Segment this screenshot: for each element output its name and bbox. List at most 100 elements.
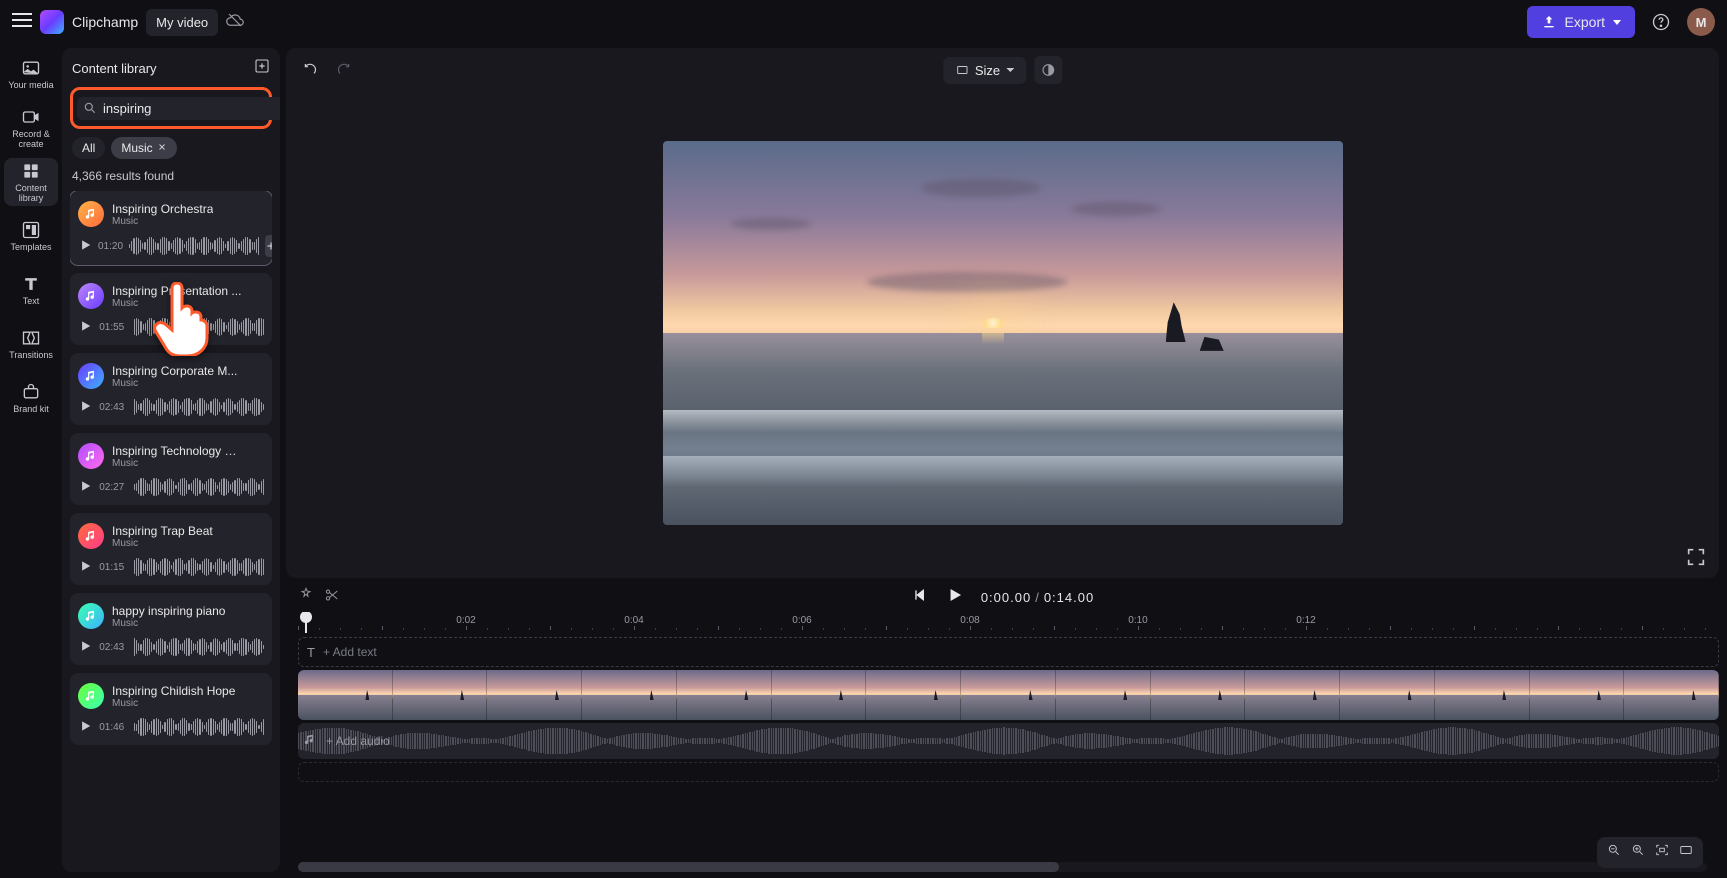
track-duration: 02:43 xyxy=(99,642,128,653)
video-lane[interactable] xyxy=(298,670,1719,720)
play-preview-button[interactable] xyxy=(78,719,93,735)
track-title: happy inspiring piano xyxy=(112,604,225,618)
clip-thumbnail xyxy=(677,670,772,720)
rail-label: Your media xyxy=(8,81,53,91)
chip-all[interactable]: All xyxy=(72,137,105,159)
track-duration: 01:20 xyxy=(98,241,123,252)
play-preview-button[interactable] xyxy=(78,559,93,575)
rail-transitions[interactable]: Transitions xyxy=(4,320,58,368)
rail-label: Brand kit xyxy=(13,405,49,415)
play-preview-button[interactable] xyxy=(78,399,93,415)
sync-status-icon xyxy=(226,11,244,34)
brand-name: Clipchamp xyxy=(72,14,138,30)
zoom-out-button[interactable] xyxy=(1607,843,1621,862)
play-preview-button[interactable] xyxy=(78,238,92,254)
video-clip[interactable] xyxy=(298,670,1719,720)
ruler-label: 0:02 xyxy=(456,615,475,626)
playhead[interactable] xyxy=(305,612,307,633)
track-item[interactable]: Inspiring Childish HopeMusic01:46 xyxy=(70,673,272,745)
track-duration: 01:55 xyxy=(99,322,128,333)
zoom-in-button[interactable] xyxy=(1631,843,1645,862)
size-button[interactable]: Size xyxy=(943,57,1026,84)
track-title: Inspiring Childish Hope xyxy=(112,684,235,698)
clip-thumbnail xyxy=(772,670,867,720)
time-current: 0:00.00 xyxy=(981,590,1031,605)
hamburger-menu[interactable] xyxy=(12,10,32,35)
rail-templates[interactable]: Templates xyxy=(4,212,58,260)
chevron-down-icon xyxy=(1613,20,1621,25)
track-duration: 01:15 xyxy=(99,562,128,573)
help-button[interactable] xyxy=(1647,8,1675,36)
waveform xyxy=(134,637,264,657)
track-duration: 01:46 xyxy=(99,722,128,733)
music-note-icon xyxy=(78,603,104,629)
text-lane[interactable]: T + Add text xyxy=(298,637,1719,667)
clip-thumbnail xyxy=(1435,670,1530,720)
content-library-panel: Content library All Music 4 xyxy=(62,48,280,872)
timeline-ruler[interactable]: 0:020:040:060:080:100:12 xyxy=(298,612,1719,634)
play-preview-button[interactable] xyxy=(78,639,93,655)
rail-text[interactable]: Text xyxy=(4,266,58,314)
rail-brand-kit[interactable]: Brand kit xyxy=(4,374,58,422)
rail-label: Text xyxy=(23,297,40,307)
play-button[interactable] xyxy=(945,586,963,609)
add-audio-placeholder[interactable]: + Add audio xyxy=(326,734,390,748)
background-color-button[interactable] xyxy=(1034,56,1062,84)
fullscreen-button[interactable] xyxy=(1685,546,1707,568)
rail-label: Transitions xyxy=(9,351,53,361)
play-preview-button[interactable] xyxy=(78,479,93,495)
left-rail: Your media Record & create Content libra… xyxy=(0,44,62,878)
rail-your-media[interactable]: Your media xyxy=(4,50,58,98)
preview-canvas[interactable] xyxy=(663,141,1343,525)
track-title: Inspiring Trap Beat xyxy=(112,524,213,538)
export-button[interactable]: Export xyxy=(1527,6,1635,38)
timeline-scrollbar[interactable] xyxy=(298,862,1707,872)
timeline-scrollbar-thumb[interactable] xyxy=(298,862,1059,872)
empty-lane[interactable] xyxy=(298,762,1719,782)
waveform xyxy=(134,397,264,417)
track-item[interactable]: Inspiring OrchestraMusic01:20 xyxy=(70,191,272,265)
clip-thumbnail xyxy=(1530,670,1625,720)
chip-music-label: Music xyxy=(121,141,152,155)
waveform xyxy=(129,236,259,256)
waveform xyxy=(134,717,264,737)
import-media-button[interactable] xyxy=(254,58,270,79)
search-row-highlight xyxy=(70,87,272,129)
add-text-placeholder[interactable]: + Add text xyxy=(323,645,377,659)
music-note-icon xyxy=(78,443,104,469)
zoom-slider-button[interactable] xyxy=(1679,843,1693,862)
search-input[interactable] xyxy=(103,101,279,116)
clip-thumbnail xyxy=(298,670,393,720)
rail-record-create[interactable]: Record & create xyxy=(4,104,58,152)
audio-lane[interactable]: + Add audio xyxy=(298,723,1719,759)
ruler-label: 0:04 xyxy=(624,615,643,626)
undo-button[interactable] xyxy=(298,56,322,80)
add-to-timeline-button[interactable] xyxy=(265,235,272,257)
seek-start-button[interactable] xyxy=(911,587,927,608)
track-item[interactable]: Inspiring Technology C...Music02:27 xyxy=(70,433,272,505)
timecode: 0:00.00/0:14.00 xyxy=(981,590,1094,605)
clip-thumbnail xyxy=(961,670,1056,720)
auto-enhance-button[interactable] xyxy=(298,587,314,608)
app-logo xyxy=(40,10,64,34)
rail-label: Templates xyxy=(10,243,51,253)
results-list[interactable]: Inspiring OrchestraMusic01:20 Inspiring P… xyxy=(70,191,272,872)
track-title: Inspiring Technology C... xyxy=(112,444,242,458)
split-button[interactable] xyxy=(324,587,340,608)
user-avatar[interactable]: M xyxy=(1687,8,1715,36)
music-note-icon xyxy=(78,683,104,709)
chip-music[interactable]: Music xyxy=(111,137,176,159)
play-preview-button[interactable] xyxy=(78,319,93,335)
track-item[interactable]: Inspiring Corporate M...Music02:43 xyxy=(70,353,272,425)
track-item[interactable]: happy inspiring pianoMusic02:43 xyxy=(70,593,272,665)
project-name[interactable]: My video xyxy=(146,9,218,36)
track-type: Music xyxy=(112,458,242,469)
zoom-fit-button[interactable] xyxy=(1655,843,1669,862)
results-count: 4,366 results found xyxy=(70,163,272,191)
track-item[interactable]: Inspiring Trap BeatMusic01:15 xyxy=(70,513,272,585)
redo-button[interactable] xyxy=(332,56,356,80)
chip-remove-icon[interactable] xyxy=(157,141,167,155)
track-item[interactable]: Inspiring Presentation ...Music01:55 xyxy=(70,273,272,345)
rail-content-library[interactable]: Content library xyxy=(4,158,58,206)
clip-thumbnail xyxy=(1624,670,1719,720)
